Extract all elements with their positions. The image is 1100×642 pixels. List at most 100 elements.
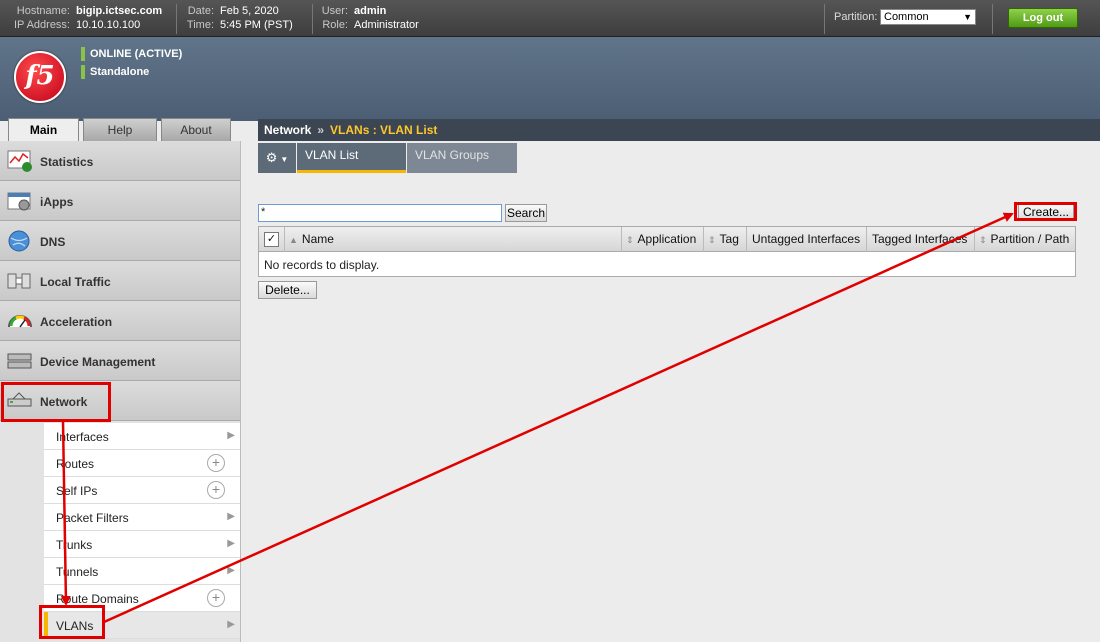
column-label: Tagged Interfaces <box>872 232 968 246</box>
user-label: User: <box>321 5 348 17</box>
select-all-header: ✓ <box>259 227 285 252</box>
add-icon[interactable]: + <box>207 589 225 607</box>
divider <box>992 4 993 34</box>
column-header-name[interactable]: ▲ Name <box>285 227 622 252</box>
column-label: Application <box>637 232 697 246</box>
delete-button[interactable]: Delete... <box>258 281 317 299</box>
time-label: Time: <box>186 19 214 31</box>
annotation-highlight-vlans <box>39 605 105 639</box>
divider <box>312 4 313 34</box>
submenu-item-self-ips[interactable]: Self IPs + <box>44 477 240 504</box>
tab-help[interactable]: Help <box>83 118 157 142</box>
select-all-checkbox[interactable]: ✓ <box>264 232 279 247</box>
breadcrumb-current: VLANs : VLAN List <box>330 123 438 137</box>
sidebar-item-device-management[interactable]: Device Management <box>0 341 240 381</box>
submenu-item-label: Trunks <box>56 538 93 552</box>
column-header-application[interactable]: ⇕ Application <box>622 227 704 252</box>
chevron-right-icon: ▶ <box>227 511 235 522</box>
divider <box>824 4 825 34</box>
sidebar-item-label: DNS <box>40 235 66 249</box>
ip-label: IP Address: <box>13 19 70 31</box>
role-value: Administrator <box>354 19 419 31</box>
chevron-right-icon: ▶ <box>227 565 235 576</box>
sidebar-item-iapps[interactable]: iApps <box>0 181 240 221</box>
sort-icon: ⇕ <box>979 235 987 245</box>
ip-value: 10.10.10.100 <box>76 19 141 31</box>
device-mode: Standalone <box>80 65 149 79</box>
role-label: Role: <box>322 19 348 31</box>
tab-about[interactable]: About <box>161 118 231 142</box>
add-icon[interactable]: + <box>207 481 225 499</box>
add-icon[interactable]: + <box>207 454 225 472</box>
tab-vlan-list[interactable]: VLAN List <box>297 143 406 173</box>
submenu-item-label: Tunnels <box>56 565 99 579</box>
gear-menu-button[interactable]: ⚙ ▼ <box>258 143 296 173</box>
annotation-highlight-network <box>1 382 111 422</box>
submenu-item-tunnels[interactable]: Tunnels ▶ <box>44 558 240 585</box>
table-header: ✓ ▲ Name ⇕ Application ⇕ Tag Untagged Inter… <box>259 227 1075 252</box>
search-button[interactable]: Search <box>505 204 547 222</box>
ip-info: IP Address: 10.10.10.100 <box>6 18 140 32</box>
divider <box>176 4 177 34</box>
submenu-item-routes[interactable]: Routes + <box>44 450 240 477</box>
acceleration-gauge-icon <box>7 309 33 333</box>
sidebar-item-acceleration[interactable]: Acceleration <box>0 301 240 341</box>
sidebar-item-label: Acceleration <box>40 315 113 329</box>
column-header-tagged-interfaces[interactable]: Tagged Interfaces <box>867 227 975 252</box>
column-label: Partition / Path <box>990 232 1070 246</box>
logout-button[interactable]: Log out <box>1008 8 1078 28</box>
submenu-item-interfaces[interactable]: Interfaces ▶ <box>44 423 240 450</box>
sidebar-item-statistics[interactable]: Statistics <box>0 141 240 181</box>
breadcrumb-root[interactable]: Network <box>264 123 311 137</box>
tab-vlan-groups[interactable]: VLAN Groups <box>407 143 517 173</box>
chevron-down-icon: ▼ <box>280 155 289 164</box>
submenu-item-label: Interfaces <box>56 430 109 444</box>
partition-value: Common <box>884 11 929 23</box>
submenu-item-label: Packet Filters <box>56 511 129 525</box>
top-bar: Hostname: bigip.ictsec.com IP Address: 10.… <box>0 0 1100 37</box>
column-label: Name <box>301 232 334 246</box>
chevron-right-icon: ▶ <box>227 619 235 630</box>
time-info: Time: 5:45 PM (PST) <box>182 18 293 32</box>
sidebar-item-label: Local Traffic <box>40 275 111 289</box>
f5-logo: f5 <box>14 51 66 103</box>
empty-table-message: No records to display. <box>264 258 380 272</box>
hostname-value: bigip.ictsec.com <box>76 5 163 17</box>
chevron-right-icon: ▶ <box>227 538 235 549</box>
submenu-item-packet-filters[interactable]: Packet Filters ▶ <box>44 504 240 531</box>
submenu-item-trunks[interactable]: Trunks ▶ <box>44 531 240 558</box>
sidebar-item-local-traffic[interactable]: Local Traffic <box>0 261 240 301</box>
column-header-partition-path[interactable]: ⇕ Partition / Path <box>975 227 1075 252</box>
search-input[interactable]: * <box>258 204 502 222</box>
chevron-right-icon: ▶ <box>227 430 235 441</box>
time-value: 5:45 PM (PST) <box>220 19 293 31</box>
vlan-table: ✓ ▲ Name ⇕ Application ⇕ Tag Untagged Inter… <box>258 226 1076 277</box>
partition-label: Partition: <box>834 11 878 23</box>
column-header-untagged-interfaces[interactable]: Untagged Interfaces <box>747 227 867 252</box>
dropdown-arrow-icon: ▼ <box>963 12 972 22</box>
sort-ascending-icon: ▲ <box>289 235 298 245</box>
nav-tabs: Main Help About <box>0 117 240 143</box>
device-status: ONLINE (ACTIVE) <box>80 47 182 61</box>
tab-main[interactable]: Main <box>8 118 79 143</box>
breadcrumb: Network » VLANs : VLAN List <box>258 119 1100 141</box>
sidebar-item-label: Statistics <box>40 155 94 169</box>
date-info: Date: Feb 5, 2020 <box>182 4 279 18</box>
submenu-item-label: Routes <box>56 457 95 471</box>
local-traffic-icon <box>7 269 33 293</box>
column-label: Tag <box>719 232 739 246</box>
user-info: User: admin <box>318 4 387 18</box>
sidebar-item-dns[interactable]: DNS <box>0 221 240 261</box>
dns-globe-icon <box>7 229 33 253</box>
submenu-item-label: Route Domains <box>56 592 139 606</box>
partition-select[interactable]: Common ▼ <box>880 9 976 25</box>
gear-icon: ⚙ <box>265 150 278 165</box>
role-info: Role: Administrator <box>318 18 419 32</box>
annotation-highlight-create <box>1014 202 1077 221</box>
statistics-icon <box>7 149 33 173</box>
submenu-item-label: Self IPs <box>56 484 98 498</box>
hostname-info: Hostname: bigip.ictsec.com <box>6 4 162 18</box>
sort-icon: ⇕ <box>708 235 716 245</box>
column-header-tag[interactable]: ⇕ Tag <box>704 227 747 252</box>
date-value: Feb 5, 2020 <box>220 5 279 17</box>
